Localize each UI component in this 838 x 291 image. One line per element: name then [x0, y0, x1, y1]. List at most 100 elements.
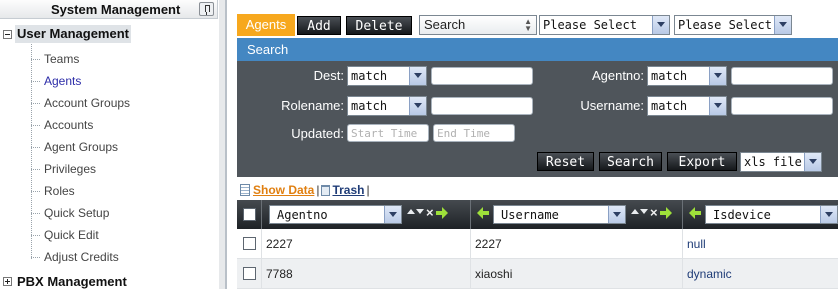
move-right-icon[interactable]: [436, 207, 448, 219]
sidebar-item-accounts[interactable]: Accounts: [31, 117, 93, 133]
search-combo[interactable]: Search ▲ ▼: [419, 15, 537, 35]
tab-agents[interactable]: Agents: [237, 14, 295, 36]
chevron-down-icon: [384, 206, 401, 223]
export-format-value: xls file: [744, 155, 802, 169]
row-checkbox-cell: [237, 259, 262, 289]
chevron-down-icon: [409, 97, 426, 115]
dest-input[interactable]: [431, 67, 533, 85]
column-select-isdevice[interactable]: Isdevice: [705, 205, 838, 224]
column-label-username: Username: [501, 208, 559, 222]
sidebar-scrollbar[interactable]: [219, 0, 225, 289]
username-input[interactable]: [731, 97, 833, 115]
rolename-operator-select[interactable]: match: [347, 96, 427, 116]
row-checkbox[interactable]: [243, 267, 256, 280]
agentno-label: Agentno:: [591, 68, 644, 83]
toolbar: Agents Add Delete Search ▲ ▼ Please Selec…: [237, 14, 838, 36]
sidebar-item-privileges[interactable]: Privileges: [31, 161, 96, 177]
sidebar-item-quick-edit[interactable]: Quick Edit: [31, 227, 99, 243]
cell-agentno: 7788: [262, 259, 471, 289]
trash-link[interactable]: Trash: [332, 183, 364, 197]
dest-operator-value: match: [351, 69, 388, 83]
search-panel-title: Search: [237, 38, 838, 61]
filter-select-1-value: Please Select: [543, 18, 637, 32]
dest-operator-select[interactable]: match: [347, 66, 427, 86]
search-panel: Search Dest: match Agentno: match Rolena…: [237, 38, 838, 177]
move-right-icon[interactable]: [660, 207, 672, 219]
select-all-checkbox[interactable]: [243, 208, 256, 221]
updated-label: Updated:: [291, 126, 344, 141]
reset-button[interactable]: Reset: [537, 152, 594, 171]
export-button[interactable]: Export: [667, 152, 737, 171]
show-data-link[interactable]: Show Data: [253, 183, 314, 197]
chevron-down-icon: [409, 67, 426, 85]
close-icon[interactable]: ×: [426, 206, 436, 220]
link-separator: |: [316, 183, 320, 197]
row-checkbox-cell: [237, 229, 262, 259]
sidebar-item-agents[interactable]: Agents: [31, 73, 81, 89]
main-panel: Agents Add Delete Search ▲ ▼ Please Selec…: [237, 0, 838, 289]
sort-desc-icon[interactable]: [416, 209, 424, 214]
username-operator-value: match: [651, 99, 688, 113]
agentno-input[interactable]: [731, 67, 833, 85]
sort-desc-icon[interactable]: [640, 209, 648, 214]
updown-icon: ▲ ▼: [524, 17, 532, 33]
rolename-label: Rolename:: [281, 98, 344, 113]
sidebar-item-roles[interactable]: Roles: [31, 183, 75, 199]
sidebar-title: System Management: [51, 2, 181, 17]
move-left-icon[interactable]: [477, 207, 489, 219]
end-time-input[interactable]: [433, 124, 515, 142]
move-left-icon[interactable]: [689, 207, 701, 219]
sidebar-item-adjust-credits[interactable]: Adjust Credits: [31, 249, 119, 265]
filter-select-1[interactable]: Please Select: [539, 15, 670, 35]
table-row[interactable]: 2227 2227 null: [237, 229, 838, 259]
add-button[interactable]: Add: [297, 16, 341, 35]
document-icon: [240, 184, 250, 196]
data-grid: Agentno × Username × Isdevice 2227 2227 …: [237, 200, 838, 289]
close-icon[interactable]: ×: [650, 206, 660, 220]
sidebar-item-quick-setup[interactable]: Quick Setup: [31, 205, 109, 221]
chevron-down-icon: [608, 206, 625, 223]
row-checkbox[interactable]: [243, 237, 256, 250]
sidebar: System Management User Management Teams …: [0, 0, 227, 289]
sidebar-item-teams[interactable]: Teams: [31, 51, 79, 67]
filter-select-2[interactable]: Please Select: [674, 15, 792, 35]
sidebar-item-account-groups[interactable]: Account Groups: [31, 95, 130, 111]
sort-asc-icon[interactable]: [407, 209, 415, 214]
delete-button[interactable]: Delete: [346, 16, 412, 35]
chevron-down-icon: [774, 16, 791, 34]
collapse-icon[interactable]: [3, 30, 12, 39]
cell-username: xiaoshi: [471, 259, 683, 289]
column-header-agentno: Agentno ×: [262, 200, 471, 229]
dest-label: Dest:: [313, 68, 344, 83]
start-time-input[interactable]: [347, 124, 429, 142]
tree-group-pbx-management[interactable]: PBX Management: [15, 273, 129, 291]
grid-header: Agentno × Username × Isdevice: [237, 200, 838, 229]
cell-isdevice: dynamic: [687, 267, 732, 281]
table-row[interactable]: 7788 xiaoshi dynamic: [237, 259, 838, 289]
column-select-username[interactable]: Username: [493, 205, 626, 224]
header-checkbox-cell: [237, 200, 262, 229]
export-format-select[interactable]: xls file: [740, 152, 822, 172]
cell-agentno: 2227: [262, 229, 471, 259]
sidebar-header: System Management: [0, 0, 218, 19]
trash-icon: [321, 185, 331, 196]
link-row: Show Data | Trash |: [240, 182, 372, 198]
username-label: Username:: [580, 98, 644, 113]
sort-asc-icon[interactable]: [631, 209, 639, 214]
pin-icon[interactable]: [199, 2, 214, 16]
expand-icon[interactable]: [3, 277, 12, 286]
username-operator-select[interactable]: match: [647, 96, 727, 116]
search-button[interactable]: Search: [599, 152, 662, 171]
column-select-agentno[interactable]: Agentno: [269, 205, 402, 224]
chevron-down-icon: [709, 67, 726, 85]
sidebar-item-agent-groups[interactable]: Agent Groups: [31, 139, 118, 155]
chevron-down-icon: [709, 97, 726, 115]
chevron-down-icon: [804, 153, 821, 171]
cell-isdevice: null: [687, 237, 706, 251]
agentno-operator-value: match: [651, 69, 688, 83]
tree-group-user-management[interactable]: User Management: [15, 25, 131, 43]
agentno-operator-select[interactable]: match: [647, 66, 727, 86]
link-separator: |: [366, 183, 370, 197]
rolename-input[interactable]: [431, 97, 533, 115]
filter-select-2-value: Please Select: [678, 18, 772, 32]
